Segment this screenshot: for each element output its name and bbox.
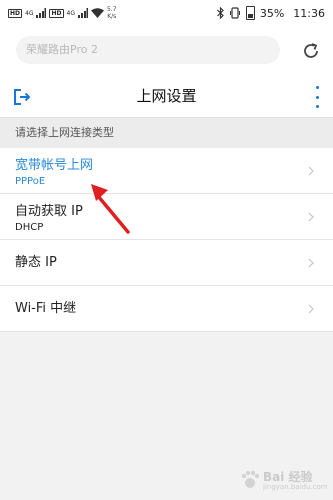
bluetooth-icon (216, 7, 224, 19)
page-title: 上网设置 (136, 87, 197, 105)
item-label: 宽带帐号上网 (15, 158, 94, 173)
chevron-right-icon (307, 258, 315, 267)
router-search-input[interactable]: 荣耀路由Pro 2 (16, 36, 280, 64)
vibrate-icon (229, 7, 240, 19)
battery-percent: 35% (259, 6, 285, 20)
connection-type-list: 宽带帐号上网 PPPoE 自动获取 IP DHCP 静态 IP Wi-Fi 中继 (0, 148, 333, 332)
wifi-icon (90, 8, 104, 18)
chevron-right-icon (307, 304, 315, 313)
title-bar: 上网设置 (0, 76, 333, 118)
more-vert-icon[interactable] (313, 86, 321, 108)
item-label: Wi-Fi 中继 (15, 301, 77, 316)
list-item-dhcp[interactable]: 自动获取 IP DHCP (0, 194, 333, 240)
signal-icon-2: 4G (67, 10, 75, 17)
chevron-right-icon (307, 212, 315, 221)
more-dot (315, 105, 319, 108)
status-right: 35% 11:36 (216, 4, 325, 22)
signal-label: 4G (25, 9, 34, 17)
item-sub: DHCP (15, 222, 44, 233)
signal-label-2: 4G (66, 9, 75, 17)
status-time: 11:36 (293, 6, 325, 20)
chevron-right-icon (307, 166, 315, 175)
section-header: 请选择上网连接类型 (0, 118, 333, 148)
network-speed: 5.7 K/s (107, 6, 117, 20)
list-item-static-ip[interactable]: 静态 IP (0, 240, 333, 286)
speed-unit: K/s (107, 13, 117, 20)
signal-bars-icon-2 (77, 8, 88, 18)
annotation-arrow (91, 184, 130, 234)
signal-bars-icon (36, 8, 47, 18)
hd-badge-2: HD (49, 8, 64, 18)
paw-icon (241, 470, 260, 488)
watermark-logo: Bai 经验 jingyan.baidu.com (237, 466, 329, 494)
watermark-url: jingyan.baidu.com (263, 483, 328, 491)
battery-icon (245, 6, 255, 20)
list-item-pppoe[interactable]: 宽带帐号上网 PPPoE (0, 148, 333, 194)
refresh-icon[interactable] (301, 41, 321, 61)
hd-badge: HD (8, 8, 23, 18)
item-label: 静态 IP (15, 255, 57, 270)
item-sub: PPPoE (15, 176, 46, 187)
status-bar: HD 4G HD 4G 5.7 K/s 35% 11:36 (0, 0, 333, 26)
list-item-wifi-relay[interactable]: Wi-Fi 中继 (0, 286, 333, 332)
item-label: 自动获取 IP (15, 204, 83, 219)
router-search-area: 荣耀路由Pro 2 (0, 26, 333, 76)
signal-icon: 4G (25, 10, 33, 17)
status-left: HD 4G HD 4G 5.7 K/s (8, 3, 117, 23)
speed-value: 5.7 (106, 6, 117, 13)
more-dot (315, 86, 319, 89)
more-dot (315, 95, 319, 99)
